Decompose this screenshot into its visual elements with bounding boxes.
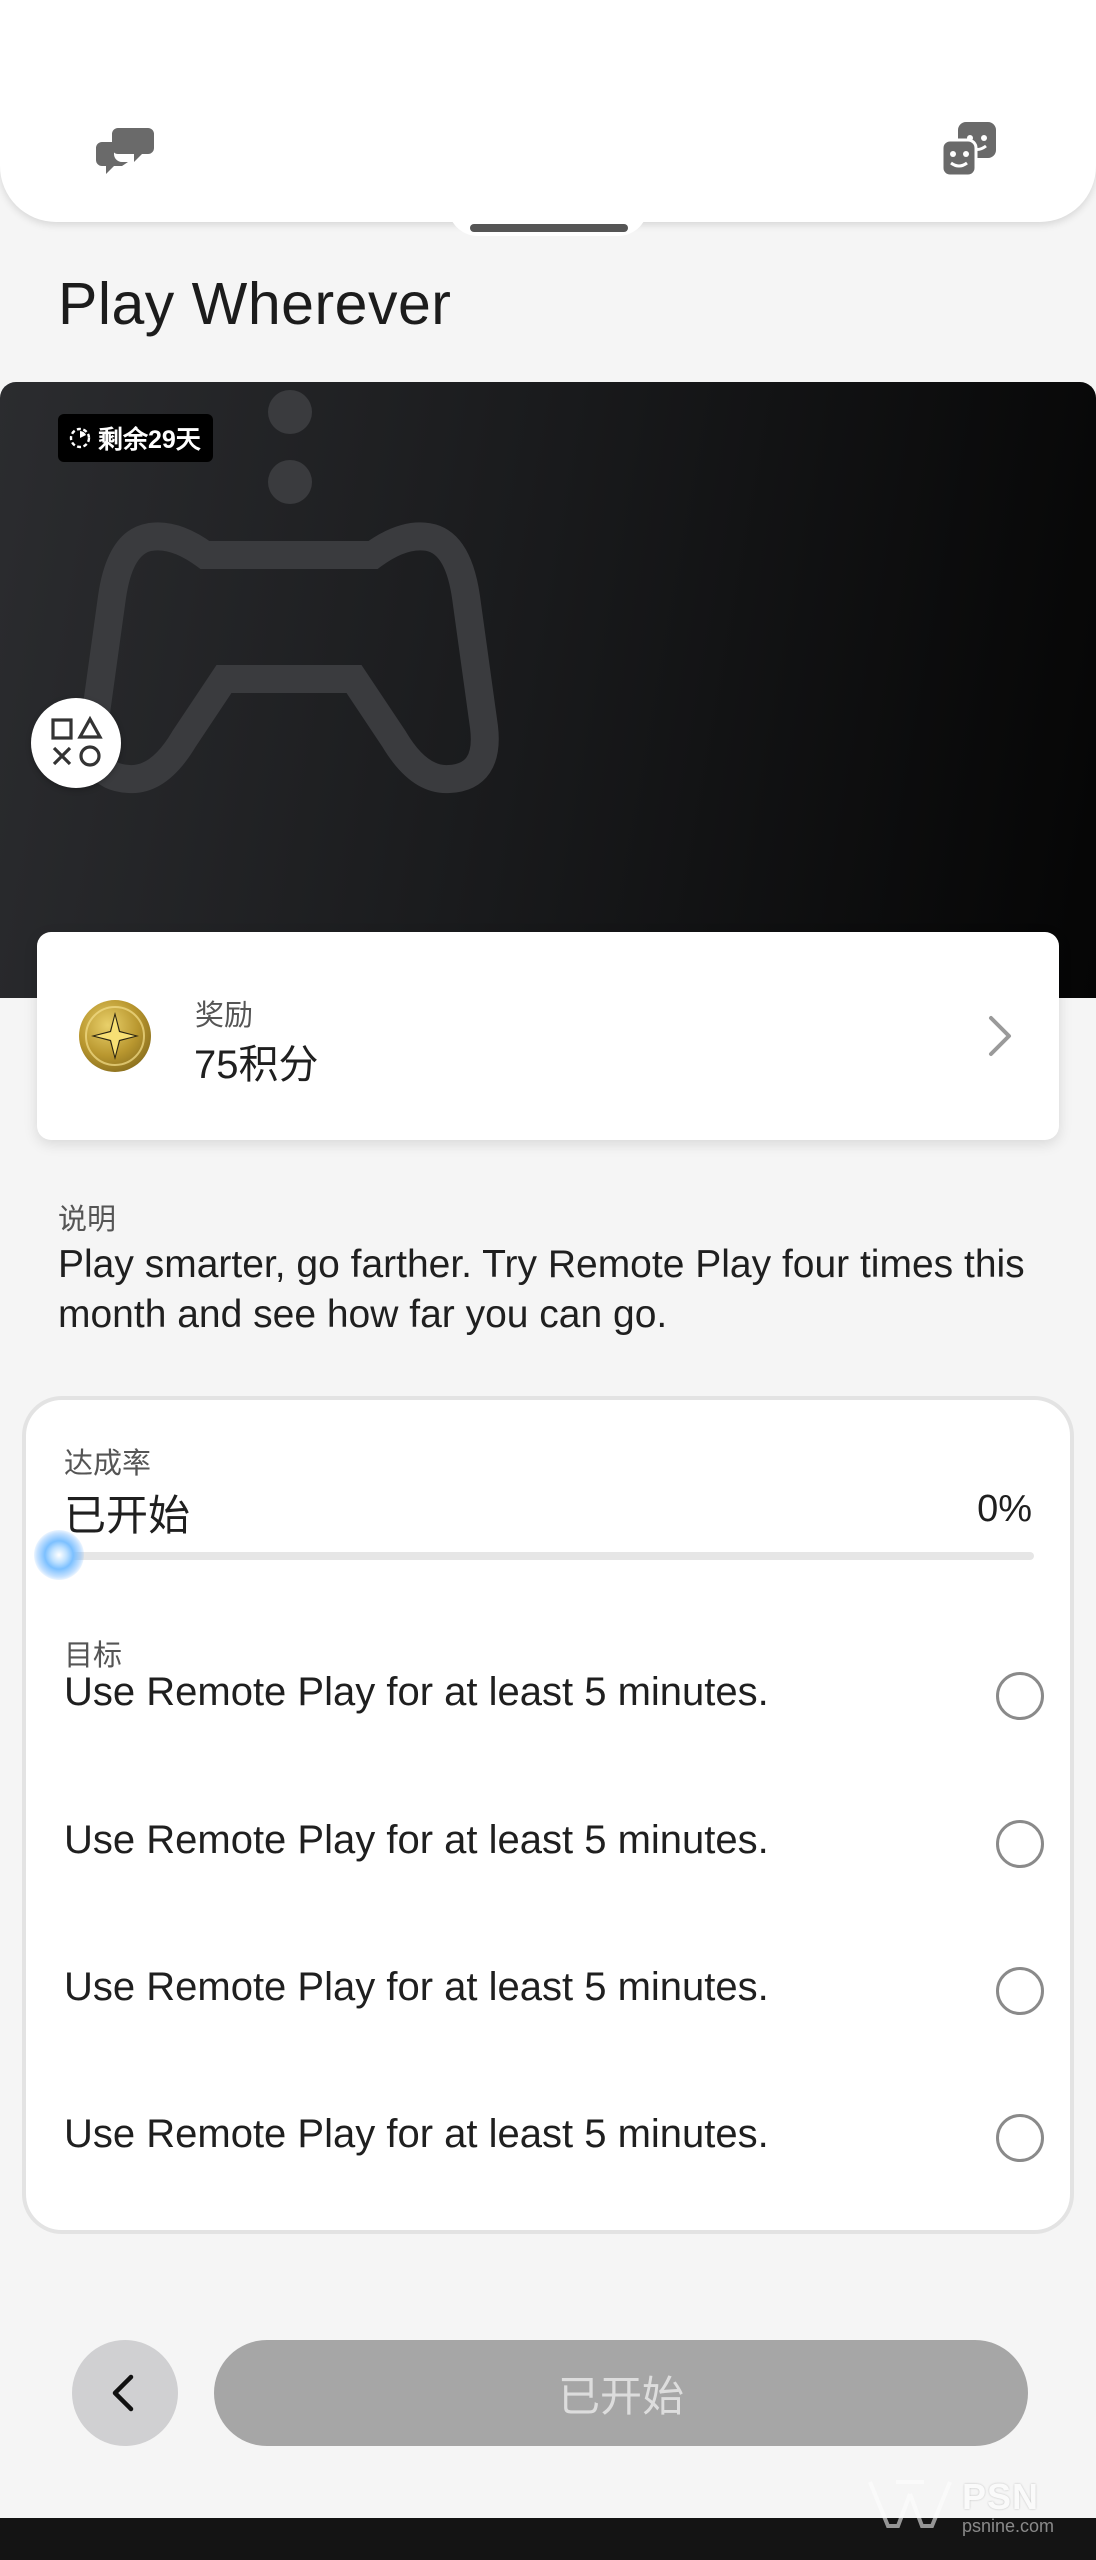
back-button[interactable] (72, 2340, 178, 2446)
playstation-shapes-icon (31, 698, 121, 788)
goal-item: Use Remote Play for at least 5 minutes. (64, 1670, 1054, 1730)
goal-status-circle (996, 2114, 1044, 2162)
chevron-left-icon (112, 2374, 134, 2412)
friends-icon[interactable] (938, 118, 1002, 182)
page-title: Play Wherever (58, 271, 452, 337)
hero-banner: 剩余29天 (0, 382, 1096, 998)
goal-text: Use Remote Play for at least 5 minutes. (64, 1965, 769, 2009)
goal-item: Use Remote Play for at least 5 minutes. (64, 2112, 1054, 2172)
goal-text: Use Remote Play for at least 5 minutes. (64, 1818, 769, 1862)
sheet-drag-handle[interactable] (470, 224, 628, 232)
reward-label: 奖励 (195, 1000, 254, 1032)
reward-points: 75积分 (194, 1043, 319, 1087)
reward-card[interactable]: 奖励 75积分 (37, 932, 1059, 1140)
challenge-detail-screen: Play Wherever 剩余29天 奖励 75积分 说明 Play smar… (0, 0, 1096, 2560)
goal-item: Use Remote Play for at least 5 minutes. (64, 1818, 1054, 1878)
progress-card: 达成率 已开始 0% 目标 Use Remote Play for at lea… (22, 1396, 1074, 2234)
psnine-logo-icon (868, 2480, 952, 2528)
goal-text: Use Remote Play for at least 5 minutes. (64, 2112, 769, 2156)
goal-text: Use Remote Play for at least 5 minutes. (64, 1670, 769, 1714)
coin-star-icon (79, 1000, 151, 1072)
started-status-button[interactable]: 已开始 (214, 2340, 1028, 2446)
timer-icon (69, 427, 91, 449)
watermark-url: psnine.com (962, 2516, 1055, 2536)
completion-percent: 0% (977, 1488, 1032, 1530)
days-remaining-badge: 剩余29天 (58, 414, 213, 462)
goal-item: Use Remote Play for at least 5 minutes. (64, 1965, 1054, 2025)
chevron-right-icon[interactable] (981, 1010, 1021, 1062)
description-text: Play smarter, go farther. Try Remote Pla… (58, 1243, 1025, 1336)
goal-status-circle (996, 1820, 1044, 1868)
chat-bubbles-icon[interactable] (96, 118, 160, 182)
goal-status-circle (996, 1967, 1044, 2015)
watermark: PSN psnine.com (866, 2470, 1086, 2540)
completion-rate-label: 达成率 (64, 1448, 152, 1480)
progress-bar (70, 1552, 1034, 1560)
watermark-brand: PSN (962, 2476, 1040, 2517)
top-sheet (0, 0, 1096, 222)
description-label: 说明 (58, 1204, 117, 1236)
completion-status: 已开始 (64, 1492, 191, 1539)
progress-indicator (34, 1530, 84, 1580)
days-remaining-text: 剩余29天 (98, 426, 201, 454)
goals-label: 目标 (64, 1640, 123, 1672)
goal-status-circle (996, 1672, 1044, 1720)
